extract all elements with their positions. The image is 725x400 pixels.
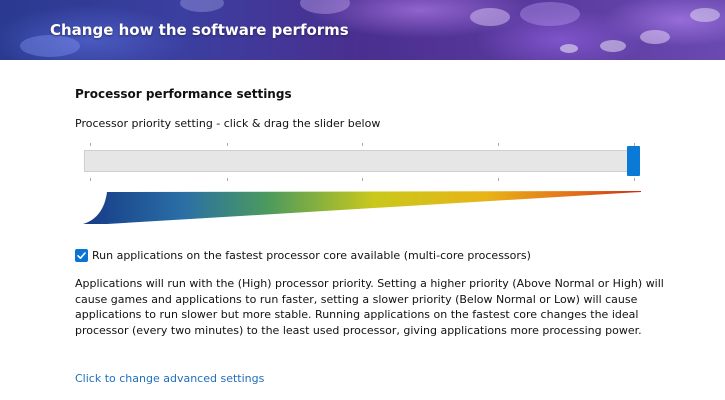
banner-bokeh	[560, 44, 578, 53]
priority-slider-thumb[interactable]	[627, 146, 640, 176]
checkmark-icon	[77, 251, 86, 259]
advanced-settings-link[interactable]: Click to change advanced settings	[75, 372, 264, 385]
banner-bokeh	[300, 0, 350, 14]
banner-bokeh	[640, 30, 670, 44]
fastest-core-label[interactable]: Run applications on the fastest processo…	[92, 249, 531, 262]
slider-tick	[498, 143, 499, 146]
slider-tick	[498, 178, 499, 181]
slider-tick	[90, 178, 91, 181]
fastest-core-option[interactable]: Run applications on the fastest processo…	[75, 247, 531, 263]
page-title: Change how the software performs	[50, 21, 349, 39]
slider-tick	[362, 178, 363, 181]
slider-tick	[634, 178, 635, 181]
priority-gradient-ramp	[83, 191, 641, 224]
slider-tick	[362, 143, 363, 146]
slider-caption: Processor priority setting - click & dra…	[75, 117, 381, 130]
slider-tick	[227, 178, 228, 181]
banner-bokeh	[600, 40, 626, 52]
banner-bokeh	[470, 8, 510, 26]
header-banner: Change how the software performs	[0, 0, 725, 60]
banner-bokeh	[520, 2, 580, 26]
fastest-core-checkbox[interactable]	[75, 248, 88, 262]
banner-bokeh	[690, 8, 720, 22]
section-title: Processor performance settings	[75, 87, 292, 101]
priority-slider-track[interactable]	[84, 150, 640, 172]
slider-tick	[227, 143, 228, 146]
banner-bokeh	[180, 0, 224, 12]
slider-tick	[90, 143, 91, 146]
priority-ramp-shape	[83, 191, 641, 224]
priority-description: Applications will run with the (High) pr…	[75, 277, 664, 337]
